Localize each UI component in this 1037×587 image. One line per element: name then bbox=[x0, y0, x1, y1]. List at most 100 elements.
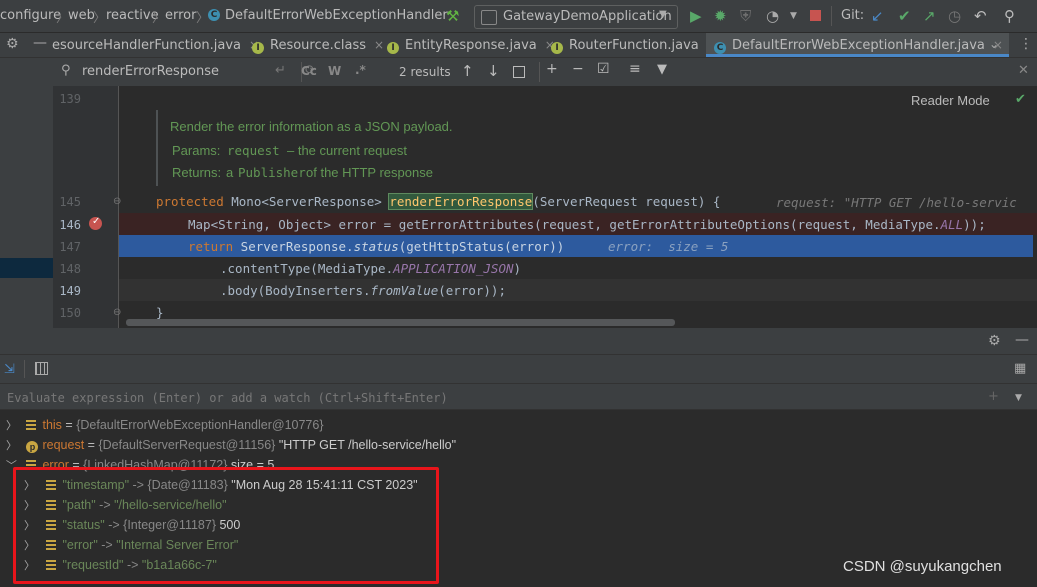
breadcrumb-reactive[interactable]: reactive bbox=[106, 8, 159, 23]
token: (ServerRequest request) { bbox=[532, 194, 721, 209]
breadcrumb-web[interactable]: web bbox=[68, 8, 95, 23]
profile-icon[interactable]: ◔ bbox=[766, 7, 779, 25]
close-icon[interactable]: × bbox=[374, 38, 384, 52]
chevron-down-icon[interactable]: ▼ bbox=[790, 11, 797, 21]
line-number: 145 bbox=[59, 195, 81, 209]
format-icon[interactable]: ≡ bbox=[629, 61, 641, 77]
layout-icon[interactable]: ▦ bbox=[1014, 361, 1026, 376]
line-number: 146 bbox=[59, 218, 81, 232]
run-icon[interactable]: ▶ bbox=[690, 7, 702, 25]
token: (error)); bbox=[438, 283, 506, 298]
gear-icon[interactable]: ⚙ bbox=[6, 36, 19, 52]
debug-icon[interactable]: ✹ bbox=[714, 7, 727, 25]
minimize-icon[interactable]: — bbox=[1015, 332, 1029, 348]
code-line-145: protected Mono<ServerResponse> renderErr… bbox=[156, 193, 721, 210]
divider bbox=[831, 6, 832, 26]
selected-row bbox=[0, 258, 53, 278]
token: ServerResponse. bbox=[233, 239, 354, 254]
token: .body(BodyInserters. bbox=[220, 283, 371, 298]
table-icon[interactable] bbox=[35, 362, 48, 375]
match-case-toggle[interactable]: Cc bbox=[301, 64, 317, 78]
tab-entity-response[interactable]: I EntityResponse.java × bbox=[387, 33, 555, 57]
filter-icon[interactable]: ▼ bbox=[657, 62, 667, 77]
select-all-occurrences-icon[interactable] bbox=[513, 66, 525, 78]
doc-params-name: request bbox=[227, 143, 280, 158]
more-icon[interactable]: ⋮ bbox=[1019, 36, 1033, 52]
tab-label: RouterFunction.java bbox=[569, 38, 699, 53]
breadcrumb-configure[interactable]: configure bbox=[0, 8, 61, 23]
check-icon: ✔ bbox=[1015, 92, 1026, 107]
breakpoint-check-icon: ✓ bbox=[92, 216, 101, 227]
tab-resource-handler-function[interactable]: esourceHandlerFunction.java× bbox=[52, 33, 259, 57]
chevron-right-icon[interactable]: 〉 bbox=[6, 420, 17, 432]
commit-icon[interactable]: ✔ bbox=[898, 7, 911, 25]
variable-row-request[interactable]: 〉 p request = {DefaultServerRequest@11156… bbox=[6, 437, 456, 453]
close-icon[interactable]: ✕ bbox=[1018, 63, 1029, 78]
line-number: 139 bbox=[59, 92, 81, 106]
reader-mode-toggle[interactable]: Reader Mode bbox=[911, 93, 990, 108]
add-watch-icon[interactable]: + bbox=[988, 389, 999, 404]
new-line-icon[interactable]: ↵ bbox=[275, 63, 286, 78]
divider bbox=[24, 360, 25, 378]
app-icon bbox=[481, 10, 497, 25]
search-input[interactable]: renderErrorResponse bbox=[82, 64, 219, 79]
chevron-right-icon: 〉 bbox=[152, 11, 166, 26]
tab-router-function[interactable]: IRouterFunction.java× bbox=[551, 33, 717, 57]
tab-default-error-handler[interactable]: C DefaultErrorWebExceptionHandler.java × bbox=[706, 33, 1009, 57]
coverage-icon[interactable]: ⛨ bbox=[740, 7, 751, 25]
update-project-icon[interactable]: ↙ bbox=[871, 7, 884, 25]
next-occurrence-icon[interactable]: ↓ bbox=[487, 62, 500, 80]
interface-icon: I bbox=[252, 42, 264, 54]
breadcrumb-class[interactable]: DefaultErrorWebExceptionHandler bbox=[225, 8, 448, 23]
doc-returns-pre: a bbox=[226, 165, 234, 180]
watch-expression-input[interactable]: Evaluate expression (Enter) or add a wat… bbox=[7, 391, 448, 405]
code-line-148: .contentType(MediaType.APPLICATION_JSON) bbox=[220, 261, 521, 276]
token: protected bbox=[156, 194, 224, 209]
stop-icon[interactable] bbox=[810, 10, 821, 21]
chevron-right-icon[interactable]: 〉 bbox=[6, 440, 17, 452]
token: APPLICATION_JSON bbox=[393, 261, 514, 276]
previous-occurrence-icon[interactable]: ↑ bbox=[461, 62, 474, 80]
equals-sign: = bbox=[61, 418, 77, 432]
horizontal-scrollbar[interactable] bbox=[126, 319, 675, 326]
code-line-150: } bbox=[156, 305, 164, 320]
rollback-icon[interactable]: ↶ bbox=[974, 7, 987, 25]
whole-words-toggle[interactable]: W bbox=[328, 64, 341, 78]
doc-returns-post: of the HTTP response bbox=[306, 165, 433, 180]
add-selection-icon[interactable]: + bbox=[546, 61, 558, 77]
search-icon[interactable]: ⚲ bbox=[1004, 7, 1015, 25]
run-config-select[interactable]: GatewayDemoApplication ▼ bbox=[474, 5, 678, 29]
tab-label: EntityResponse.java bbox=[405, 38, 537, 53]
class-icon: C bbox=[714, 42, 726, 54]
remove-selection-icon[interactable]: − bbox=[572, 61, 584, 77]
line-number: 149 bbox=[59, 284, 81, 298]
tab-label: esourceHandlerFunction.java bbox=[52, 38, 242, 53]
variable-row-this[interactable]: 〉 this = {DefaultErrorWebExceptionHandle… bbox=[6, 417, 324, 433]
chevron-down-icon[interactable]: ▼ bbox=[1015, 393, 1022, 403]
editor-tabs: ⚙ — esourceHandlerFunction.java× IResour… bbox=[0, 33, 1037, 58]
equals-sign: = bbox=[84, 438, 99, 452]
debug-header bbox=[0, 328, 1037, 355]
interface-icon: I bbox=[551, 42, 563, 54]
tab-resource-class[interactable]: I Resource.class × bbox=[252, 33, 384, 57]
chevron-down-icon: ▼ bbox=[659, 9, 667, 20]
debug-toolbar bbox=[0, 355, 1037, 384]
navigation-bar: configure 〉 web 〉 reactive 〉 error 〉 C D… bbox=[0, 0, 1037, 33]
minimize-icon[interactable]: — bbox=[33, 35, 47, 51]
variable-string: "HTTP GET /hello-service/hello" bbox=[275, 438, 457, 452]
token: .contentType(MediaType. bbox=[220, 261, 394, 276]
chevron-down-icon[interactable]: ⌄ bbox=[989, 37, 999, 51]
parameter-icon: p bbox=[26, 441, 39, 453]
fold-icon[interactable]: ⊖ bbox=[113, 307, 121, 318]
gear-icon[interactable]: ⚙ bbox=[988, 333, 1001, 349]
push-icon[interactable]: ↗ bbox=[923, 7, 936, 25]
restore-layout-icon[interactable]: ⇲ bbox=[4, 362, 15, 377]
regex-toggle[interactable]: .* bbox=[355, 63, 366, 77]
hammer-icon[interactable]: ⚒ bbox=[446, 7, 459, 25]
chevron-right-icon: 〉 bbox=[196, 11, 210, 26]
breadcrumb-error[interactable]: error bbox=[165, 8, 196, 23]
debug-tool-window: ⚙ — ⇲ ▦ Evaluate expression (Enter) or a… bbox=[0, 328, 1037, 587]
fold-icon[interactable]: ⊖ bbox=[113, 196, 121, 207]
history-icon[interactable]: ◷ bbox=[948, 7, 961, 25]
toggle-selection-icon[interactable]: ☑ bbox=[597, 61, 610, 77]
